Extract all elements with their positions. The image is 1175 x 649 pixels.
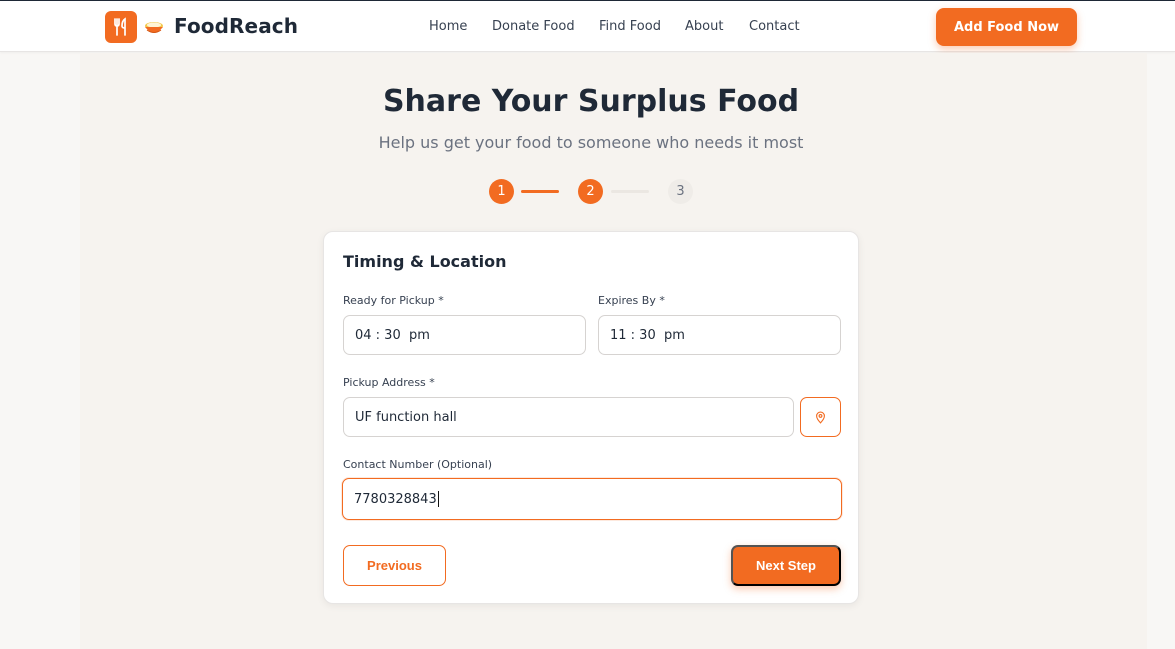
step-connector-1: [521, 190, 559, 193]
page-title: Share Your Surplus Food: [382, 84, 800, 119]
pickup-address-label: Pickup Address *: [343, 376, 435, 389]
top-navbar: FoodReach Home Donate Food Find Food Abo…: [0, 1, 1175, 52]
map-pin-icon: [816, 411, 825, 424]
bowl-emoji-icon: [143, 16, 165, 38]
ready-for-pickup-time-input[interactable]: 04 : 30 pm: [343, 315, 586, 355]
brand-name[interactable]: FoodReach: [174, 14, 298, 38]
step-3-indicator: 3: [668, 179, 693, 204]
timing-location-card: Timing & Location Ready for Pickup * 04 …: [323, 231, 859, 604]
contact-number-label: Contact Number (Optional): [343, 458, 493, 471]
expires-by-time-input[interactable]: 11 : 30 pm: [598, 315, 841, 355]
pickup-address-value: UF function hall: [355, 409, 457, 425]
section-title: Timing & Location: [343, 252, 507, 271]
step-2-indicator: 2: [578, 179, 603, 204]
ready-for-pickup-label: Ready for Pickup *: [343, 294, 444, 307]
nav-link-find-food[interactable]: Find Food: [599, 19, 661, 34]
pickup-address-input[interactable]: UF function hall: [343, 397, 794, 437]
use-location-button[interactable]: [800, 397, 841, 437]
add-food-now-button[interactable]: Add Food Now: [936, 8, 1077, 46]
contact-number-input[interactable]: 7780328843: [342, 478, 842, 520]
next-step-button[interactable]: Next Step: [731, 545, 841, 586]
text-caret: [437, 491, 439, 507]
contact-number-value: 7780328843: [354, 491, 437, 507]
nav-link-home[interactable]: Home: [429, 19, 467, 34]
nav-link-contact[interactable]: Contact: [749, 19, 800, 34]
expires-by-value: 11 : 30 pm: [610, 327, 685, 343]
expires-by-label: Expires By *: [598, 294, 665, 307]
nav-link-donate-food[interactable]: Donate Food: [492, 19, 575, 34]
previous-button[interactable]: Previous: [343, 545, 446, 586]
nav-link-about[interactable]: About: [685, 19, 723, 34]
step-1-indicator: 1: [489, 179, 514, 204]
utensils-icon[interactable]: [105, 11, 137, 43]
page-subtitle: Help us get your food to someone who nee…: [378, 133, 804, 152]
step-connector-2: [611, 190, 649, 193]
ready-for-pickup-value: 04 : 30 pm: [355, 327, 430, 343]
